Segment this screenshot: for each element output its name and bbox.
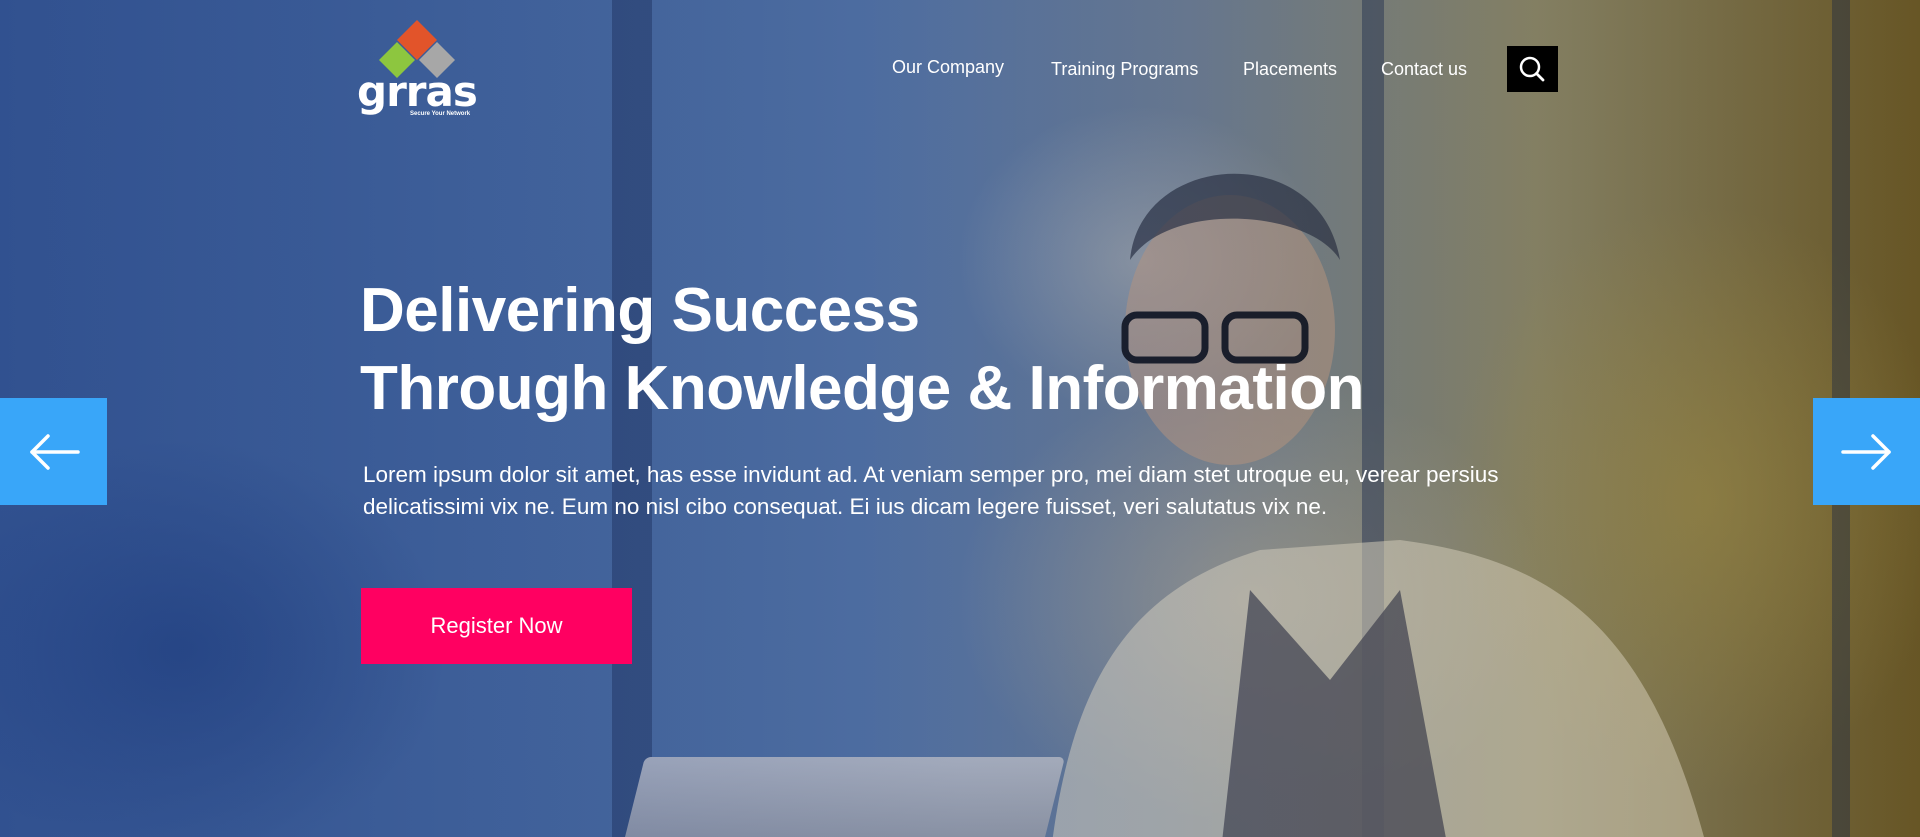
hero-headline-line-1: Delivering Success	[360, 276, 920, 345]
hero-description: Lorem ipsum dolor sit amet, has esse inv…	[363, 462, 1499, 519]
hero-slider: grras Secure Your Network Our Company Tr…	[0, 0, 1920, 837]
hero-headline: Delivering Success Through Knowledge & I…	[360, 272, 1460, 428]
logo-wordmark: grras	[357, 67, 478, 116]
logo-tagline: Secure Your Network	[410, 111, 471, 117]
arrow-left-icon	[29, 433, 80, 470]
slider-next-button[interactable]	[1813, 398, 1920, 505]
search-button[interactable]	[1507, 46, 1558, 92]
logo[interactable]: grras Secure Your Network	[357, 20, 479, 120]
nav-item-contact-us[interactable]: Contact us	[1381, 59, 1467, 80]
register-now-button[interactable]: Register Now	[361, 588, 632, 664]
nav-item-placements[interactable]: Placements	[1243, 59, 1337, 80]
search-icon	[1519, 56, 1545, 82]
arrow-right-icon	[1840, 433, 1891, 470]
nav-item-our-company[interactable]: Our Company	[892, 57, 1004, 78]
slider-prev-button[interactable]	[0, 398, 107, 505]
nav-item-training-programs[interactable]: Training Programs	[1051, 59, 1198, 80]
hero-headline-line-2: Through Knowledge & Information	[360, 354, 1364, 423]
